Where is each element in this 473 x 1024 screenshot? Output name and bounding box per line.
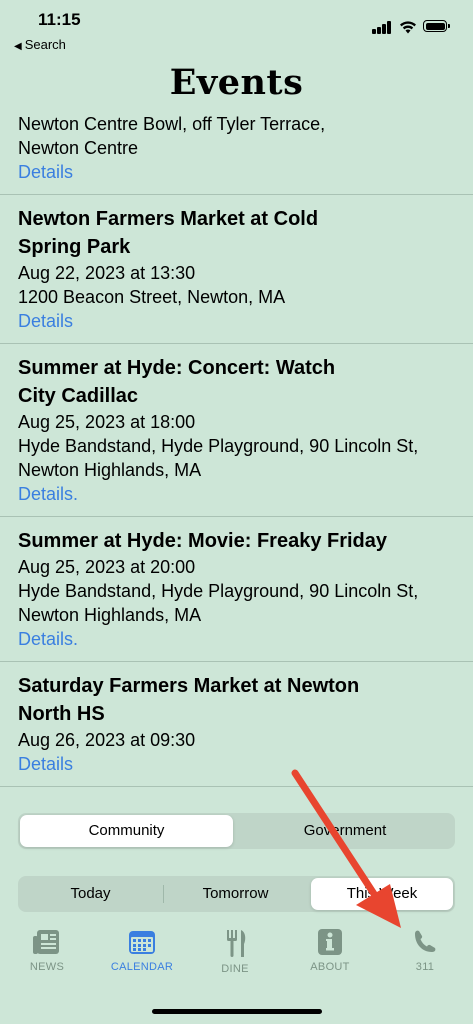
tab-label: NEWS — [29, 961, 65, 973]
time-range-segmented-control: Today Tomorrow This Week — [18, 876, 455, 912]
battery-icon — [423, 20, 450, 32]
segment-divider — [163, 885, 164, 903]
events-list[interactable]: Newton Centre Bowl, off Tyler Terrace, N… — [0, 112, 473, 802]
calendar-icon — [129, 931, 155, 954]
event-date: Aug 25, 2023 at 18:00 — [18, 412, 196, 432]
event-location: Newton Centre Bowl, off Tyler Terrace, — [18, 114, 326, 134]
category-segmented-control: Community Government — [18, 813, 455, 849]
tab-news[interactable]: NEWS — [12, 928, 82, 973]
event-item: Saturday Farmers Market at Newton North H… — [0, 662, 473, 787]
newspaper-icon — [33, 930, 59, 954]
event-location: Newton Highlands, MA — [18, 460, 202, 480]
back-to-search-button[interactable]: ◀ Search — [14, 37, 66, 52]
cellular-signal-icon — [372, 20, 394, 34]
event-date: Aug 22, 2023 at 13:30 — [18, 263, 196, 283]
event-location: 1200 Beacon Street, Newton, MA — [18, 287, 286, 307]
wifi-icon — [400, 21, 416, 34]
status-time: 11:15 — [38, 10, 81, 29]
event-details-link[interactable]: Details — [18, 309, 455, 333]
tab-dine[interactable]: DINE — [200, 928, 270, 975]
tab-calendar[interactable]: CALENDAR — [107, 928, 177, 973]
event-details-link[interactable]: Details — [18, 160, 455, 184]
phone-icon — [415, 930, 436, 952]
event-item: Summer at Hyde: Concert: Watch City Cadil… — [0, 344, 473, 517]
event-location: Newton Centre — [18, 138, 139, 158]
status-bar: 11:15 ◀ Search — [0, 0, 473, 60]
event-title: Newton Farmers Market at Cold Spring Park — [18, 208, 319, 258]
back-label: Search — [24, 37, 66, 52]
tab-label: 311 — [415, 961, 435, 973]
event-title: Summer at Hyde: Concert: Watch City Cadil… — [18, 357, 336, 407]
tab-label: CALENDAR — [110, 961, 174, 973]
segment-this-week[interactable]: This Week — [311, 878, 453, 910]
tab-about[interactable]: ABOUT — [295, 928, 365, 973]
segment-government[interactable]: Government — [237, 815, 453, 847]
tab-311[interactable]: 311 — [390, 928, 460, 973]
event-details-link[interactable]: Details. — [18, 482, 455, 506]
segment-community[interactable]: Community — [20, 815, 233, 847]
event-location: Hyde Bandstand, Hyde Playground, 90 Linc… — [18, 581, 419, 601]
event-item: Newton Centre Bowl, off Tyler Terrace, N… — [0, 112, 473, 195]
info-icon — [318, 929, 342, 955]
event-title: Summer at Hyde: Movie: Freaky Friday — [18, 530, 388, 552]
tab-bar: NEWS CALENDAR DINE ABOUT 311 — [0, 928, 473, 998]
segment-today[interactable]: Today — [20, 878, 161, 910]
fork-knife-icon — [227, 930, 246, 957]
event-location: Newton Highlands, MA — [18, 605, 202, 625]
event-item: Newton Farmers Market at Cold Spring Park… — [0, 195, 473, 344]
back-arrow-icon: ◀ — [14, 41, 22, 52]
home-indicator — [152, 1009, 322, 1014]
event-date: Aug 25, 2023 at 20:00 — [18, 557, 196, 577]
event-location: Hyde Bandstand, Hyde Playground, 90 Linc… — [18, 436, 419, 456]
event-item: Summer at Hyde: Movie: Freaky Friday Aug… — [0, 517, 473, 662]
page-title: Events — [169, 62, 304, 103]
event-details-link[interactable]: Details. — [18, 627, 455, 651]
event-title: Saturday Farmers Market at Newton North H… — [18, 675, 360, 725]
event-date: Aug 26, 2023 at 09:30 — [18, 730, 196, 750]
event-details-link[interactable]: Details — [18, 752, 455, 776]
tab-label: ABOUT — [310, 961, 350, 973]
tab-label: DINE — [221, 963, 249, 975]
segment-tomorrow[interactable]: Tomorrow — [165, 878, 306, 910]
